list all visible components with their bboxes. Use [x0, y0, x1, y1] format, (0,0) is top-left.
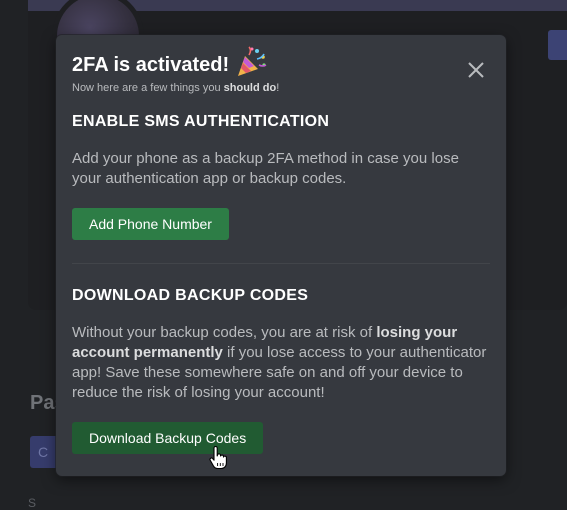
hand-pointer-cursor-icon [209, 446, 227, 470]
add-phone-number-button[interactable]: Add Phone Number [72, 208, 229, 240]
backup-desc-part1: Without your backup codes, you are at ri… [72, 324, 377, 341]
subtitle-suffix: ! [276, 82, 280, 94]
download-backup-codes-button[interactable]: Download Backup Codes [72, 422, 264, 454]
backup-codes-title: DOWNLOAD BACKUP CODES [72, 287, 309, 304]
sms-auth-title: ENABLE SMS AUTHENTICATION [72, 113, 330, 130]
background-change-button-label: C [38, 444, 49, 460]
backup-codes-description: Without your backup codes, you are at ri… [72, 323, 490, 403]
background-edit-button [548, 30, 567, 60]
background-small-text: S [28, 496, 37, 510]
close-button[interactable] [466, 60, 486, 80]
sms-auth-description: Add your phone as a backup 2FA method in… [72, 150, 459, 187]
modal-title: 2FA is activated! [72, 54, 230, 76]
party-popper-icon [235, 45, 269, 79]
section-divider [72, 263, 490, 264]
close-icon [468, 62, 484, 78]
backup-codes-section: DOWNLOAD BACKUP CODES Without your backu… [72, 287, 490, 454]
subtitle-prefix: Now here are a few things you [72, 82, 224, 94]
modal-header: 2FA is activated! Now here are a few thi… [72, 46, 490, 95]
modal-subtitle: Now here are a few things you should do! [72, 81, 490, 95]
sms-auth-section: ENABLE SMS AUTHENTICATION Add your phone… [72, 113, 490, 240]
2fa-activated-modal: 2FA is activated! Now here are a few thi… [56, 35, 506, 476]
subtitle-emphasis: should do [223, 82, 277, 94]
modal-title-row: 2FA is activated! [72, 46, 490, 79]
